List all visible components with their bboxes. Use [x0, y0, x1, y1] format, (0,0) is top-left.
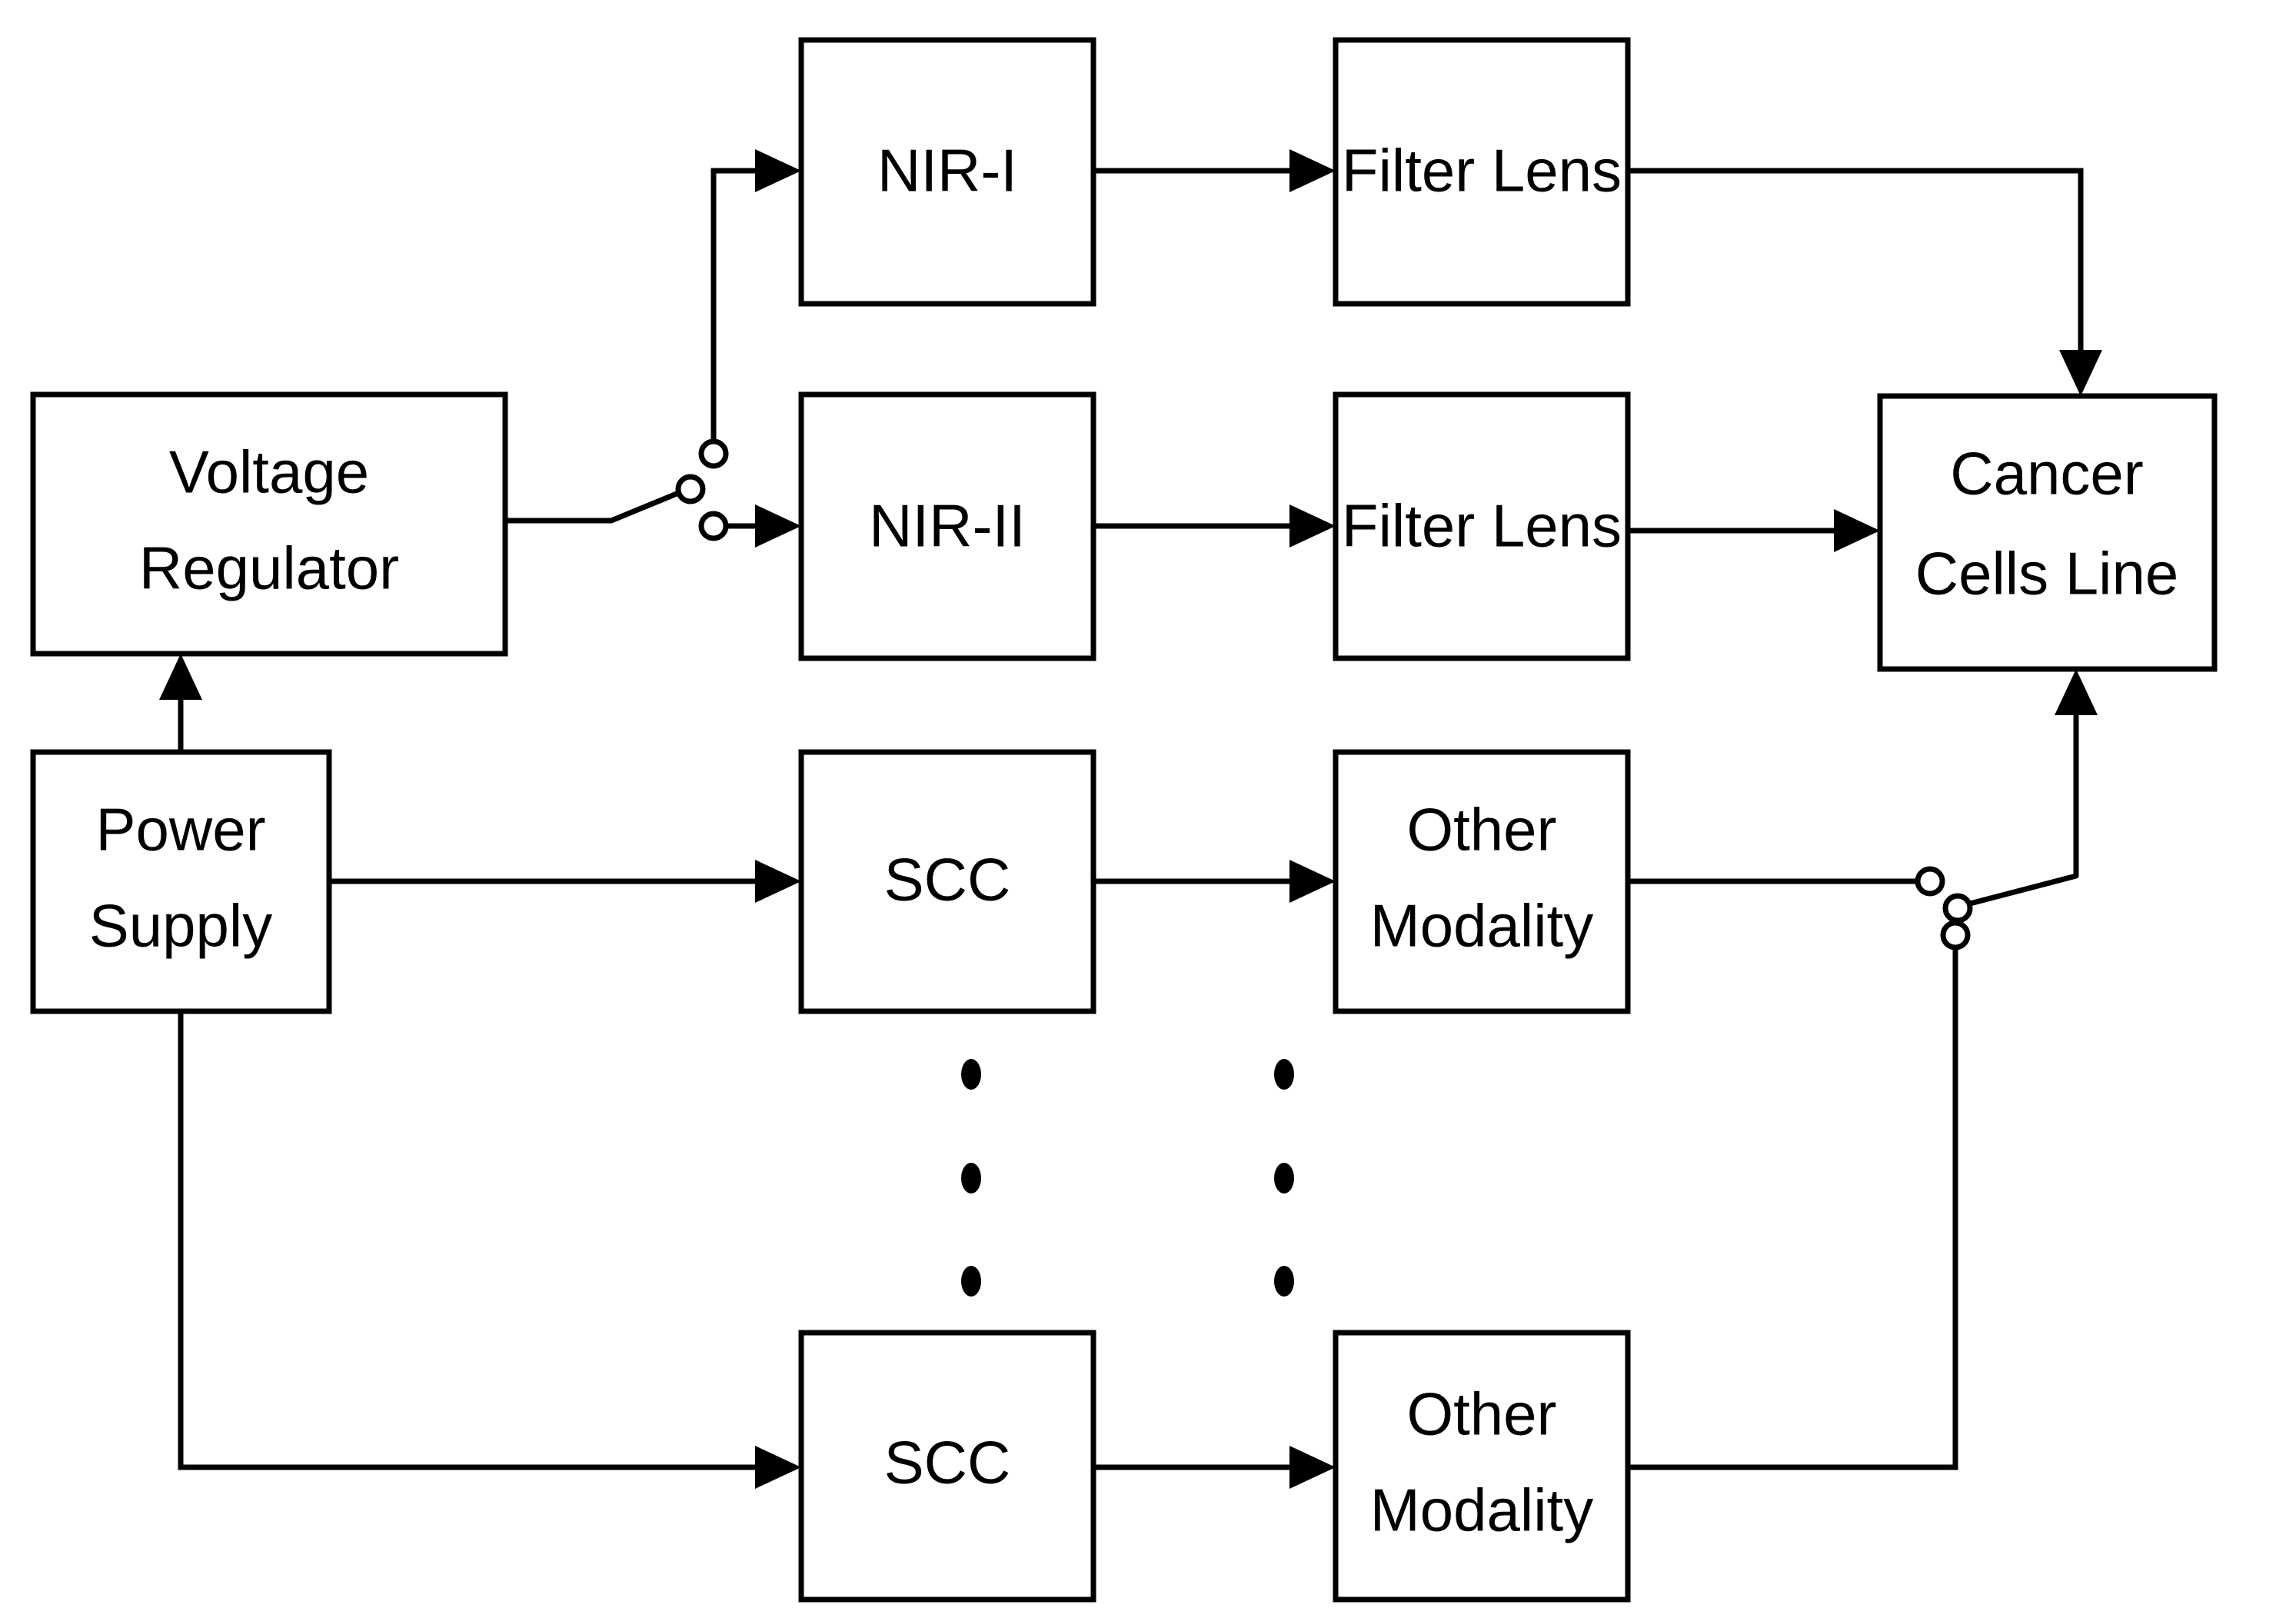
- arrowhead-up-voltage-regulator: [159, 654, 202, 700]
- modality-selector-switch-throw-terminal-bottom[interactable]: [1940, 920, 1971, 950]
- arrowhead-right-other-modality-top: [1289, 860, 1336, 903]
- arrowhead-right-other-modality-bottom: [1289, 1446, 1336, 1489]
- block-other-modality-top-label-line1: Other: [1406, 796, 1556, 864]
- modality-selector-switch-pivot-terminal[interactable]: [1942, 893, 1973, 924]
- source-selector-switch-arm[interactable]: [608, 491, 680, 524]
- block-voltage-regulator-box[interactable]: [30, 391, 508, 657]
- vertical-ellipsis-left: [961, 1059, 981, 1297]
- ellipsis-dot: [961, 1059, 981, 1090]
- source-selector-switch-pivot-terminal[interactable]: [675, 474, 706, 504]
- block-filter-lens-2[interactable]: Filter Lens: [1333, 391, 1631, 661]
- block-power-supply-label-line1: Power: [95, 796, 265, 864]
- arrowhead-right-scc-bottom: [755, 1446, 801, 1489]
- block-other-modality-bottom-label-line1: Other: [1406, 1380, 1556, 1448]
- block-filter-lens-1-label: Filter Lens: [1342, 137, 1622, 205]
- modality-selector-switch-throw-terminal-top[interactable]: [1915, 866, 1945, 897]
- block-nir-2-label: NIR-II: [869, 492, 1026, 560]
- ellipsis-dot: [1274, 1163, 1294, 1194]
- block-cancer-cells-line-box[interactable]: [1877, 393, 2218, 672]
- ellipsis-dot: [1274, 1059, 1294, 1090]
- block-voltage-regulator-label-line2: Regulator: [139, 534, 399, 602]
- block-diagram: Voltage Regulator Power Supply NIR-I Fil…: [30, 37, 2218, 1603]
- wire-scc-bottom-to-other-modality-bottom: [1093, 1446, 1336, 1489]
- block-scc-bottom[interactable]: SCC: [798, 1330, 1096, 1603]
- diagram-canvas: Voltage Regulator Power Supply NIR-I Fil…: [0, 0, 2296, 1618]
- arrowhead-right-nir-2: [755, 504, 801, 548]
- source-selector-switch[interactable]: [608, 438, 729, 541]
- block-filter-lens-2-label: Filter Lens: [1342, 492, 1622, 560]
- block-voltage-regulator[interactable]: Voltage Regulator: [30, 391, 508, 657]
- wire-nir-1-to-filter-lens-1: [1093, 149, 1336, 192]
- wire-switch-to-nir-1: [710, 149, 801, 441]
- block-scc-top-label: SCC: [884, 846, 1011, 914]
- wire-power-supply-to-scc-top: [329, 860, 801, 903]
- block-other-modality-top-box[interactable]: [1333, 749, 1631, 1014]
- wire-other-modality-bottom-to-switch: [1628, 947, 1958, 1470]
- modality-selector-switch-arm[interactable]: [1967, 873, 2079, 907]
- wire-scc-top-to-other-modality-top: [1093, 860, 1336, 903]
- block-other-modality-top[interactable]: Other Modality: [1333, 749, 1631, 1014]
- wire-nir-2-to-filter-lens-2: [1093, 504, 1336, 548]
- arrowhead-right-scc-top: [755, 860, 801, 903]
- ellipsis-dot: [1274, 1266, 1294, 1297]
- block-cancer-cells-line-label-line1: Cancer: [1950, 440, 2143, 508]
- arrowhead-up-cancer-cells-line: [2055, 669, 2098, 715]
- ellipsis-dot: [961, 1266, 981, 1297]
- block-scc-bottom-label: SCC: [884, 1429, 1011, 1496]
- wire-modality-switch-to-cancer-cells-line: [2055, 669, 2098, 876]
- block-other-modality-bottom-box[interactable]: [1333, 1330, 1631, 1603]
- arrowhead-right-filter-lens-1: [1289, 149, 1336, 192]
- block-power-supply-box[interactable]: [30, 749, 332, 1014]
- source-selector-switch-throw-terminal-nir1[interactable]: [698, 438, 729, 469]
- arrowhead-right-filter-lens-2: [1289, 504, 1336, 548]
- block-power-supply-label-line2: Supply: [89, 892, 273, 960]
- wire-filter-lens-2-to-cancer-cells-line: [1628, 509, 1880, 552]
- arrowhead-right-cancer-cells-line: [1834, 509, 1880, 552]
- block-scc-top[interactable]: SCC: [798, 749, 1096, 1014]
- wire-power-supply-to-scc-bottom: [178, 1011, 801, 1489]
- block-filter-lens-1[interactable]: Filter Lens: [1333, 37, 1631, 307]
- block-other-modality-bottom-label-line2: Modality: [1370, 1477, 1593, 1544]
- block-nir-1-label: NIR-I: [877, 137, 1017, 205]
- block-cancer-cells-line-label-line2: Cells Line: [1915, 540, 2179, 608]
- block-nir-2[interactable]: NIR-II: [798, 391, 1096, 661]
- source-selector-switch-throw-terminal-nir2[interactable]: [698, 511, 729, 541]
- wire-power-supply-to-voltage-regulator: [159, 654, 202, 752]
- block-voltage-regulator-label-line1: Voltage: [169, 438, 369, 506]
- block-other-modality-bottom[interactable]: Other Modality: [1333, 1330, 1631, 1603]
- ellipsis-dot: [961, 1163, 981, 1194]
- arrowhead-down-cancer-cells-line: [2059, 350, 2102, 396]
- block-power-supply[interactable]: Power Supply: [30, 749, 332, 1014]
- block-nir-1[interactable]: NIR-I: [798, 37, 1096, 307]
- modality-selector-switch[interactable]: [1915, 866, 2079, 950]
- block-cancer-cells-line[interactable]: Cancer Cells Line: [1877, 393, 2218, 672]
- block-other-modality-top-label-line2: Modality: [1370, 892, 1593, 960]
- arrowhead-right-nir-1: [755, 149, 801, 192]
- vertical-ellipsis-right: [1274, 1059, 1294, 1297]
- wire-switch-to-nir-2: [726, 504, 801, 548]
- wire-filter-lens-1-to-cancer-cells-line: [1628, 168, 2102, 396]
